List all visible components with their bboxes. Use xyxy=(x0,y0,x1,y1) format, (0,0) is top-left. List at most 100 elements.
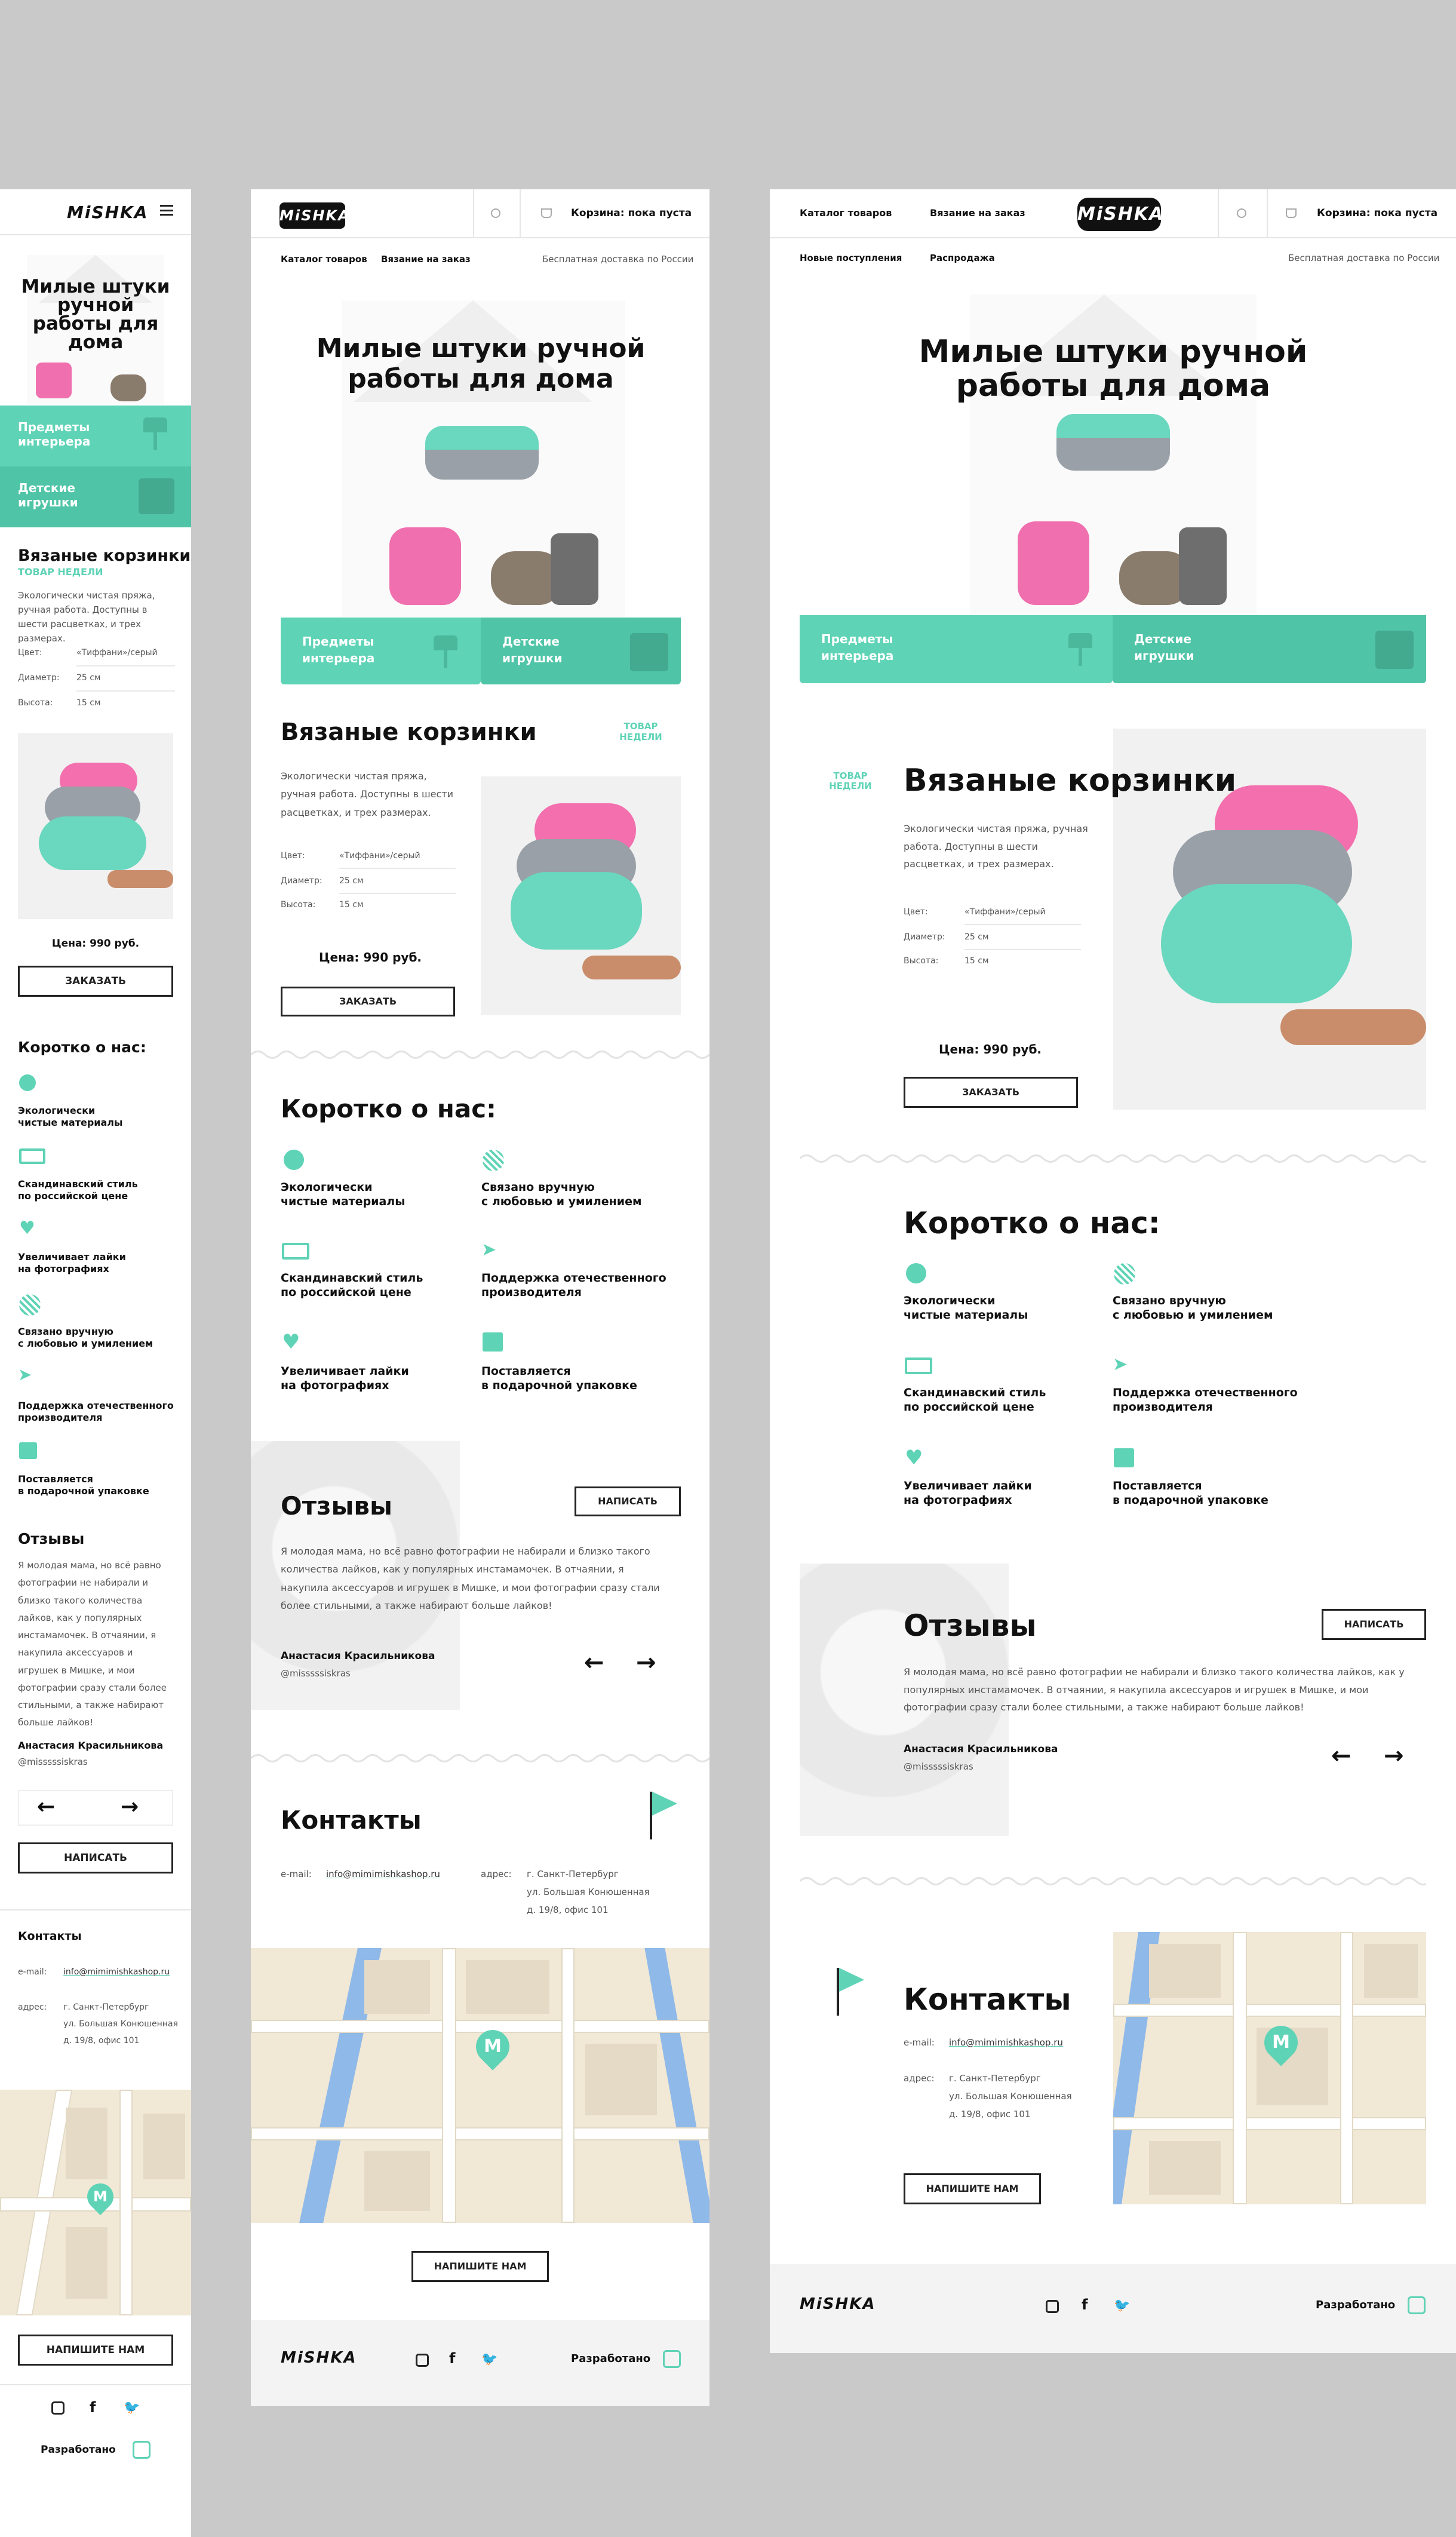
map[interactable]: M xyxy=(0,2090,191,2315)
review-handle: @misssssiskras xyxy=(904,1761,973,1772)
footer-logo[interactable]: MiSHKA xyxy=(281,2349,357,2367)
yarn-icon xyxy=(483,1150,504,1171)
category-interior[interactable]: Предметы интерьера xyxy=(281,618,481,684)
spec-label: Диаметр: xyxy=(281,876,322,886)
instagram-icon[interactable] xyxy=(416,2354,429,2367)
feature-line: производителя xyxy=(1113,1400,1213,1414)
write-review-button[interactable]: НАПИСАТЬ xyxy=(18,1842,173,1873)
search-icon[interactable] xyxy=(491,208,500,218)
instagram-icon[interactable] xyxy=(1046,2300,1059,2313)
feature-line: Связано вручную xyxy=(481,1181,595,1194)
category-toys[interactable]: Детские игрушки xyxy=(481,618,681,684)
email-link[interactable]: info@mimimishkashop.ru xyxy=(949,2037,1063,2048)
developer-badge-icon[interactable] xyxy=(133,2441,150,2459)
footer-logo[interactable]: MiSHKA xyxy=(800,2295,876,2313)
nav-custom[interactable]: Вязание на заказ xyxy=(381,254,471,265)
search-icon[interactable] xyxy=(1237,208,1246,218)
about-title: Коротко о нас: xyxy=(281,1094,496,1123)
category-interior-label: Предметы интерьера xyxy=(18,420,91,449)
product-title: Вязаные корзинки xyxy=(281,718,537,746)
logo[interactable]: MiSHKA xyxy=(1077,198,1163,231)
feature-line: Поддержка отечественного xyxy=(481,1271,666,1285)
email-link[interactable]: info@mimimishkashop.ru xyxy=(63,1967,170,1977)
flower-icon xyxy=(19,1074,36,1091)
map[interactable]: M xyxy=(251,1948,709,2223)
next-arrow[interactable]: → xyxy=(121,1795,139,1819)
feature-line: чистые материалы xyxy=(904,1309,1028,1322)
flag-icon xyxy=(837,1968,864,2016)
prev-arrow[interactable]: ← xyxy=(37,1795,55,1819)
cart-status[interactable]: Корзина: пока пуста xyxy=(1317,207,1437,219)
category-interior[interactable]: Предметы интерьера xyxy=(0,406,191,466)
contacts-title: Контакты xyxy=(904,1982,1071,2017)
feature-line: в подарочной упаковке xyxy=(1113,1494,1268,1507)
order-button[interactable]: ЗАКАЗАТЬ xyxy=(904,1077,1078,1108)
write-review-button[interactable]: НАПИСАТЬ xyxy=(575,1486,681,1516)
toy-blocks-icon xyxy=(1375,631,1414,669)
nav-catalog[interactable]: Каталог товаров xyxy=(281,254,367,265)
nav-custom[interactable]: Вязание на заказ xyxy=(930,207,1025,219)
feature-line: чистые материалы xyxy=(281,1195,406,1208)
spec-label: Цвет: xyxy=(904,907,928,917)
nav-new[interactable]: Новые поступления xyxy=(800,253,902,263)
category-toys[interactable]: Детские игрушки xyxy=(0,466,191,527)
map-marker[interactable]: M xyxy=(1257,2019,1305,2066)
category-toys-label: Детские игрушки xyxy=(502,634,563,665)
contact-us-button[interactable]: НАПИШИТЕ НАМ xyxy=(18,2335,173,2366)
next-arrow[interactable]: → xyxy=(1384,1742,1404,1770)
toy-blocks-icon xyxy=(139,478,174,514)
feature-line: на фотографиях xyxy=(281,1379,389,1392)
spec-label: Высота: xyxy=(18,698,53,708)
category-toys[interactable]: Детские игрушки xyxy=(1113,615,1426,683)
desktop-frame: Каталог товаров Вязание на заказ MiSHKA … xyxy=(770,189,1456,2353)
facebook-icon[interactable]: f xyxy=(1082,2296,1088,2313)
order-button[interactable]: ЗАКАЗАТЬ xyxy=(281,987,455,1016)
spec-label: Высота: xyxy=(904,956,939,966)
menu-icon[interactable] xyxy=(160,205,173,216)
twitter-icon[interactable]: 🐦 xyxy=(481,2352,497,2367)
prev-arrow[interactable]: ← xyxy=(1331,1742,1351,1770)
facebook-icon[interactable]: f xyxy=(449,2350,455,2367)
delivery-note: Бесплатная доставка по России xyxy=(542,254,694,265)
twitter-icon[interactable]: 🐦 xyxy=(124,2400,140,2415)
nav-catalog[interactable]: Каталог товаров xyxy=(800,207,892,219)
feature-line: на фотографиях xyxy=(18,1263,109,1274)
feature-line: Поставляется xyxy=(1113,1479,1202,1492)
cart-icon[interactable] xyxy=(541,208,552,218)
prev-arrow[interactable]: ← xyxy=(584,1649,604,1676)
footer: MiSHKA f 🐦 Разработано xyxy=(251,2320,709,2406)
write-review-button[interactable]: НАПИСАТЬ xyxy=(1322,1609,1426,1640)
flower-icon xyxy=(284,1150,304,1170)
hero-title: Милые штуки ручной работы для дома xyxy=(919,334,1308,404)
address-line: г. Санкт-Петербург xyxy=(527,1869,619,1879)
email-link[interactable]: info@mimimishkashop.ru xyxy=(326,1869,440,1879)
rocket-icon: ➤ xyxy=(481,1239,497,1260)
spec-value: 15 см xyxy=(76,698,101,708)
map-marker[interactable]: M xyxy=(81,2177,119,2216)
email-label: e-mail: xyxy=(18,1967,47,1977)
cart-status[interactable]: Корзина: пока пуста xyxy=(571,207,692,219)
spec-value: 25 см xyxy=(76,673,101,683)
category-interior[interactable]: Предметы интерьера xyxy=(800,615,1113,683)
spec-value: «Тиффани»/серый xyxy=(964,907,1046,917)
contact-us-button[interactable]: НАПИШИТЕ НАМ xyxy=(904,2173,1041,2204)
contact-us-button[interactable]: НАПИШИТЕ НАМ xyxy=(411,2251,549,2282)
nav-sale[interactable]: Распродажа xyxy=(930,253,995,263)
logo[interactable]: MiSHKA xyxy=(67,202,148,222)
logo[interactable]: MiSHKA xyxy=(279,202,349,229)
feature-line: по российской цене xyxy=(281,1286,411,1299)
cart-icon[interactable] xyxy=(1286,208,1297,218)
twitter-icon[interactable]: 🐦 xyxy=(1114,2298,1130,2313)
instagram-icon[interactable] xyxy=(51,2401,64,2415)
map-marker[interactable]: M xyxy=(469,2023,517,2071)
address-line: д. 19/8, офис 101 xyxy=(527,1905,609,1915)
facebook-icon[interactable]: f xyxy=(90,2399,96,2416)
next-arrow[interactable]: → xyxy=(636,1649,656,1676)
product-desc: Экологически чистая пряжа, ручная работа… xyxy=(18,590,155,644)
map[interactable]: M xyxy=(1113,1932,1426,2204)
feature-line: Увеличивает лайки xyxy=(281,1365,409,1378)
developer-badge-icon[interactable] xyxy=(1408,2296,1426,2314)
address-line: ул. Большая Конюшенная xyxy=(527,1887,650,1897)
developer-badge-icon[interactable] xyxy=(663,2350,681,2368)
order-button[interactable]: ЗАКАЗАТЬ xyxy=(18,966,173,997)
